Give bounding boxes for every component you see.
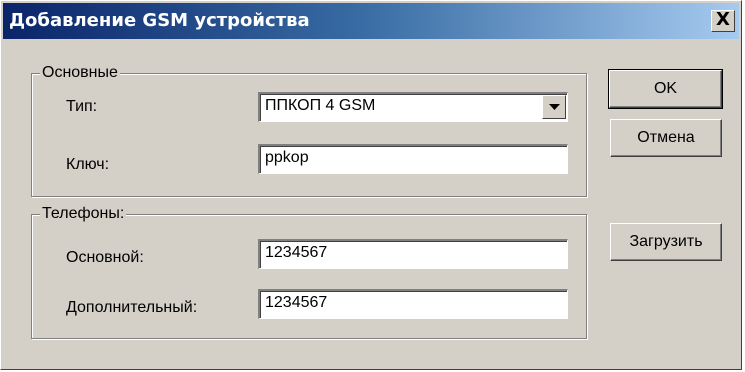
- chevron-down-icon: [549, 104, 560, 110]
- dropdown-arrow-button[interactable]: [542, 95, 566, 119]
- load-button-label: Загрузить: [629, 233, 703, 250]
- close-button[interactable]: X: [711, 10, 735, 32]
- load-button[interactable]: Загрузить: [610, 223, 722, 261]
- dialog-window: Добавление GSM устройства X Основные Тип…: [0, 0, 742, 370]
- close-icon: X: [716, 9, 730, 30]
- window-title: Добавление GSM устройства: [9, 10, 310, 31]
- ok-button[interactable]: OK: [608, 69, 723, 109]
- secondary-phone-label: Дополнительный:: [66, 299, 198, 316]
- cancel-button[interactable]: Отмена: [610, 119, 722, 157]
- key-label: Ключ:: [66, 156, 110, 173]
- secondary-phone-value: 1234567: [265, 294, 328, 311]
- main-group-label: Основные: [40, 64, 120, 82]
- key-value: ppkop: [265, 149, 309, 166]
- type-value: ППКОП 4 GSM: [265, 97, 376, 114]
- main-group: Основные Тип: ППКОП 4 GSM Ключ: ppkop: [31, 64, 587, 197]
- phones-group: Телефоны: Основной: 1234567 Дополнительн…: [31, 205, 587, 339]
- primary-phone-field[interactable]: 1234567: [258, 239, 568, 269]
- primary-phone-label: Основной:: [66, 249, 144, 266]
- secondary-phone-field[interactable]: 1234567: [258, 289, 568, 319]
- phones-group-label: Телефоны:: [40, 205, 127, 223]
- ok-button-label: OK: [653, 80, 678, 97]
- type-label: Тип:: [66, 98, 98, 115]
- primary-phone-value: 1234567: [265, 244, 328, 261]
- type-dropdown[interactable]: ППКОП 4 GSM: [258, 92, 568, 122]
- title-bar[interactable]: Добавление GSM устройства X: [3, 3, 739, 39]
- key-field[interactable]: ppkop: [258, 144, 568, 174]
- cancel-button-label: Отмена: [637, 129, 695, 146]
